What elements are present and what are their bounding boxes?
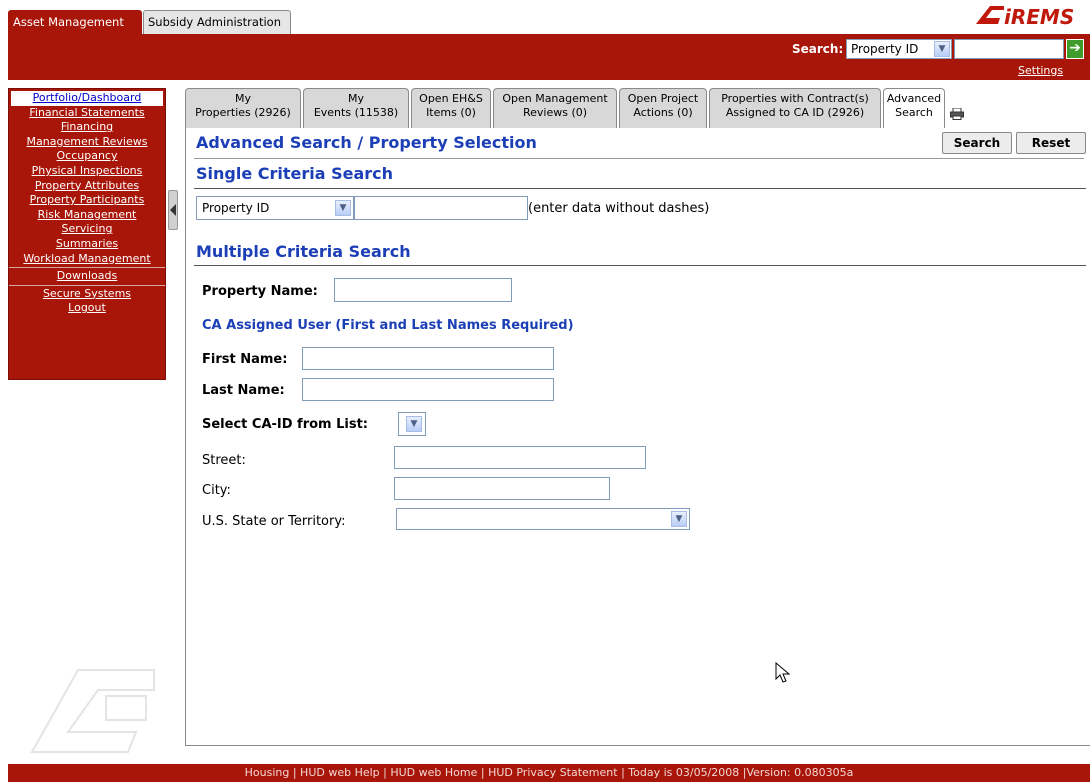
search-type-value: Property ID bbox=[851, 42, 919, 56]
city-label: City: bbox=[202, 483, 231, 498]
multiple-criteria-title: Multiple Criteria Search bbox=[196, 242, 411, 261]
nav-downloads[interactable]: Downloads bbox=[9, 269, 165, 284]
app-tab-asset-management[interactable]: Asset Management bbox=[8, 10, 142, 34]
ca-id-label: Select CA-ID from List: bbox=[202, 417, 369, 432]
nav-management-reviews[interactable]: Management Reviews bbox=[9, 135, 165, 150]
single-criteria-hint: (enter data without dashes) bbox=[528, 201, 710, 216]
state-select[interactable]: ▼ bbox=[396, 508, 690, 530]
divider bbox=[194, 265, 1086, 266]
chevron-down-icon: ▼ bbox=[934, 41, 950, 57]
single-criteria-title: Single Criteria Search bbox=[196, 164, 394, 183]
nav-divider bbox=[9, 284, 165, 286]
nav-logout[interactable]: Logout bbox=[9, 301, 165, 316]
divider bbox=[194, 158, 1084, 159]
collapse-sidebar-handle[interactable] bbox=[168, 190, 178, 230]
tab-advanced-search[interactable]: Advanced Search bbox=[883, 88, 945, 128]
city-input[interactable] bbox=[394, 477, 610, 500]
nav-workload-management[interactable]: Workload Management bbox=[9, 252, 165, 267]
tab-open-project-actions[interactable]: Open Project Actions (0) bbox=[619, 88, 707, 128]
search-type-select[interactable]: Property ID ▼ bbox=[846, 39, 952, 59]
header-bar: Search: Property ID ▼ ➔ Settings bbox=[8, 34, 1090, 80]
nav-secure-systems[interactable]: Secure Systems bbox=[9, 287, 165, 302]
chevron-down-icon: ▼ bbox=[335, 200, 351, 216]
nav-property-participants[interactable]: Property Participants bbox=[9, 193, 165, 208]
watermark-logo-icon bbox=[30, 669, 155, 753]
tab-open-management-reviews[interactable]: Open Management Reviews (0) bbox=[493, 88, 617, 128]
search-button[interactable]: Search bbox=[942, 132, 1012, 154]
nav-divider bbox=[9, 267, 165, 269]
property-name-input[interactable] bbox=[334, 278, 512, 302]
nav-financial-statements[interactable]: Financial Statements bbox=[9, 106, 165, 121]
app-tab-subsidy-administration[interactable]: Subsidy Administration bbox=[143, 10, 291, 34]
street-label: Street: bbox=[202, 453, 246, 468]
main-panel: Advanced Search / Property Selection Sea… bbox=[185, 128, 1090, 746]
ca-id-select[interactable]: ▼ bbox=[398, 412, 426, 436]
irems-logo: iREMS bbox=[976, 5, 1074, 28]
chevron-down-icon: ▼ bbox=[406, 416, 422, 432]
tab-my-properties[interactable]: My Properties (2926) bbox=[185, 88, 301, 128]
nav-summaries[interactable]: Summaries bbox=[9, 237, 165, 252]
first-name-label: First Name: bbox=[202, 352, 288, 367]
nav-financing[interactable]: Financing bbox=[9, 120, 165, 135]
tab-properties-with-contracts[interactable]: Properties with Contract(s) Assigned to C… bbox=[709, 88, 881, 128]
single-criteria-select-value: Property ID bbox=[202, 201, 270, 215]
chevron-down-icon: ▼ bbox=[671, 511, 687, 527]
nav-servicing[interactable]: Servicing bbox=[9, 222, 165, 237]
last-name-label: Last Name: bbox=[202, 383, 285, 398]
search-label: Search: bbox=[792, 42, 844, 56]
ca-assigned-user-heading: CA Assigned User (First and Last Names R… bbox=[202, 318, 574, 333]
first-name-input[interactable] bbox=[302, 347, 554, 370]
nav-property-attributes[interactable]: Property Attributes bbox=[9, 179, 165, 194]
footer: Housing | HUD web Help | HUD web Home | … bbox=[8, 764, 1090, 782]
svg-text:iREMS: iREMS bbox=[1004, 5, 1074, 28]
tab-my-events[interactable]: My Events (11538) bbox=[303, 88, 409, 128]
street-input[interactable] bbox=[394, 446, 646, 469]
nav-physical-inspections[interactable]: Physical Inspections bbox=[9, 164, 165, 179]
divider bbox=[194, 188, 1086, 189]
search-input[interactable] bbox=[954, 39, 1064, 59]
go-arrow-icon[interactable]: ➔ bbox=[1066, 39, 1084, 59]
top-bar: Asset Management Subsidy Administration … bbox=[8, 0, 1090, 35]
single-criteria-select[interactable]: Property ID ▼ bbox=[196, 196, 354, 220]
nav-risk-management[interactable]: Risk Management bbox=[9, 208, 165, 223]
reset-button[interactable]: Reset bbox=[1016, 132, 1086, 154]
printer-icon[interactable] bbox=[950, 108, 964, 120]
mouse-pointer-icon bbox=[775, 662, 791, 683]
single-criteria-input[interactable] bbox=[354, 196, 528, 220]
property-name-label: Property Name: bbox=[202, 284, 318, 299]
arrow-left-icon bbox=[170, 204, 176, 216]
page-title: Advanced Search / Property Selection bbox=[196, 133, 537, 152]
nav-occupancy[interactable]: Occupancy bbox=[9, 149, 165, 164]
nav-portfolio-dashboard[interactable]: Portfolio/Dashboard bbox=[11, 91, 163, 106]
state-label: U.S. State or Territory: bbox=[202, 514, 346, 529]
last-name-input[interactable] bbox=[302, 378, 554, 401]
left-navigation: Portfolio/Dashboard Financial Statements… bbox=[8, 88, 166, 380]
tab-open-ehs-items[interactable]: Open EH&S Items (0) bbox=[411, 88, 491, 128]
settings-link[interactable]: Settings bbox=[1018, 64, 1063, 77]
